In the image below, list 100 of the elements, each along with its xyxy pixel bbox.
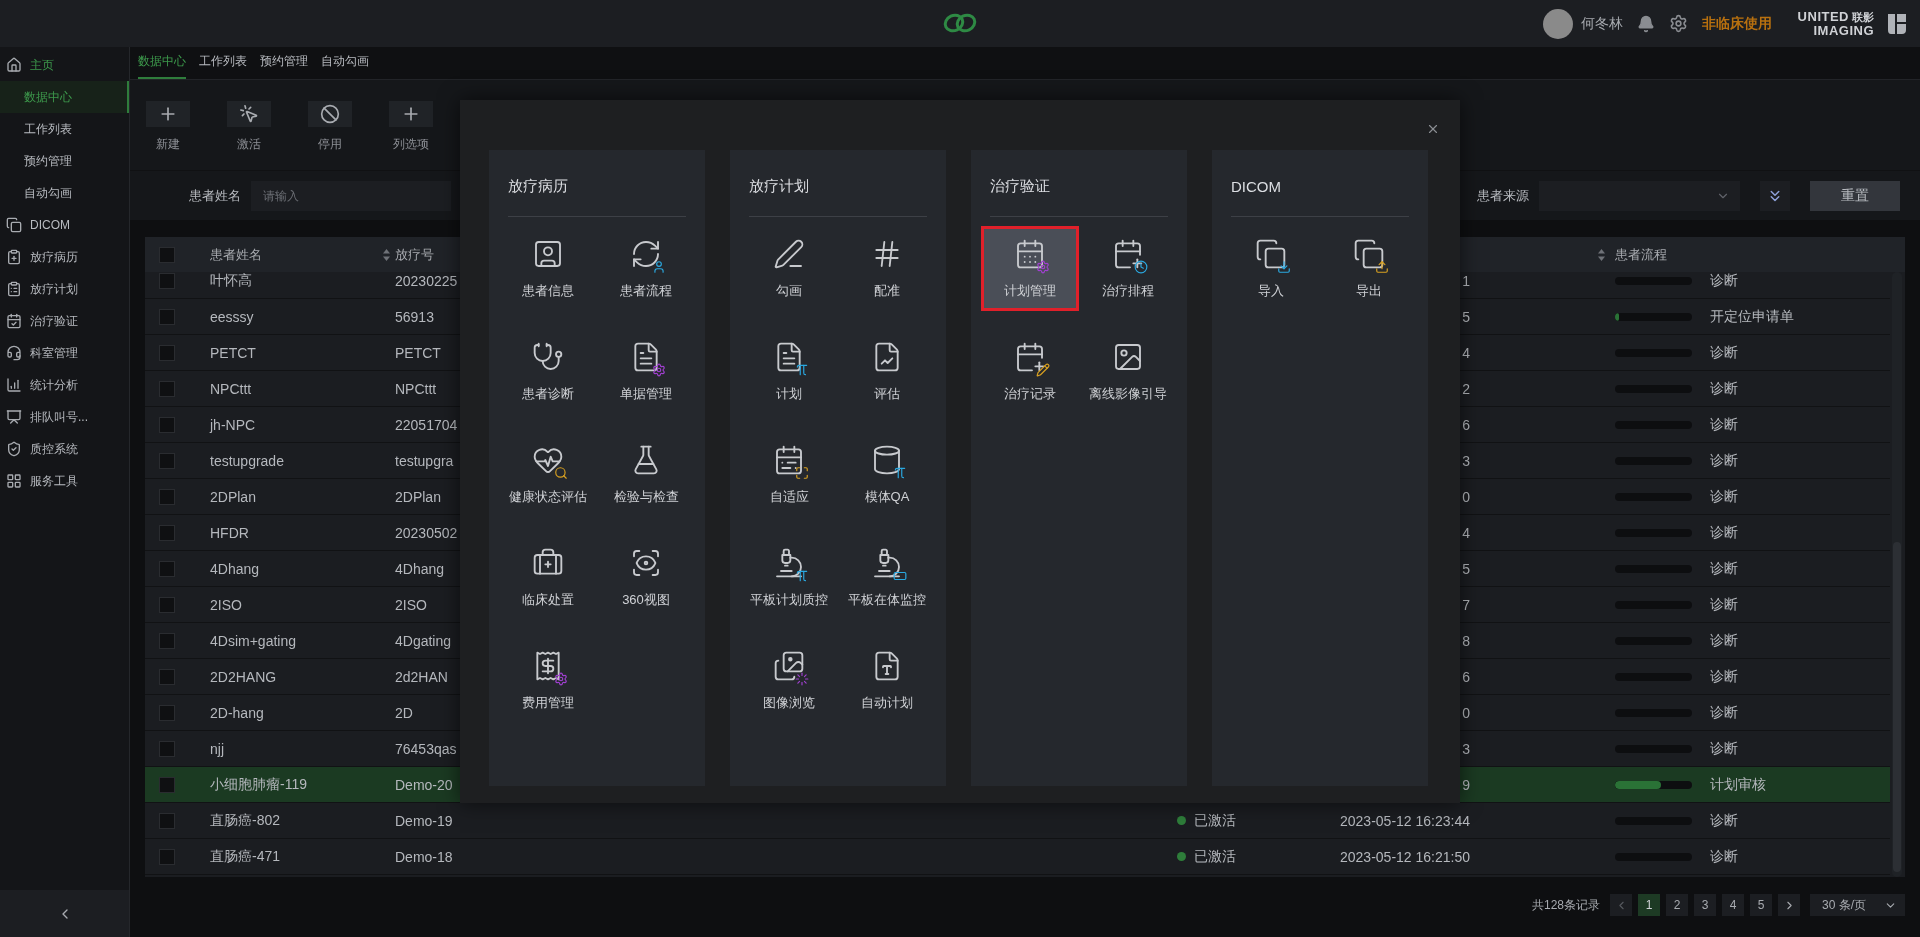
row-checkbox[interactable] bbox=[159, 668, 175, 685]
module-item[interactable]: 配准 bbox=[838, 226, 936, 311]
module-item[interactable]: 勾画 bbox=[740, 226, 838, 311]
module-item[interactable]: 患者信息 bbox=[499, 226, 597, 311]
module-item[interactable]: 360视图 bbox=[597, 535, 695, 620]
row-checkbox[interactable] bbox=[159, 308, 175, 325]
sidebar-subitem[interactable]: 自动勾画 bbox=[0, 177, 129, 209]
sort-icon[interactable] bbox=[1597, 247, 1606, 262]
table-cell: jh-NPC bbox=[210, 416, 256, 433]
module-item[interactable]: 离线影像引导 bbox=[1079, 329, 1177, 414]
user-name[interactable]: 何冬林 bbox=[1580, 14, 1623, 33]
module-item[interactable]: 模体QA bbox=[838, 432, 936, 517]
table-cell: 4 bbox=[1462, 524, 1470, 541]
row-checkbox[interactable] bbox=[159, 272, 175, 289]
sidebar-item[interactable]: 放疗计划 bbox=[0, 273, 129, 305]
module-item[interactable]: 平板计划质控 bbox=[740, 535, 838, 620]
row-checkbox[interactable] bbox=[159, 848, 175, 865]
row-checkbox[interactable] bbox=[159, 416, 175, 433]
tab[interactable]: 预约管理 bbox=[260, 47, 308, 79]
reset-button[interactable]: 重置 bbox=[1810, 180, 1900, 211]
module-item[interactable]: 平板在体监控 bbox=[838, 535, 936, 620]
settings-icon[interactable] bbox=[1668, 14, 1688, 33]
page-button[interactable]: 3 bbox=[1694, 894, 1716, 916]
module-item[interactable]: 计划 bbox=[740, 329, 838, 414]
column-header[interactable]: 放疗号 bbox=[395, 245, 434, 264]
module-item[interactable]: 费用管理 bbox=[499, 638, 597, 723]
page-button[interactable]: 2 bbox=[1666, 894, 1688, 916]
prev-page-button[interactable] bbox=[1610, 894, 1632, 916]
table-cell: PETCT bbox=[210, 344, 256, 361]
module-item[interactable]: 自适应 bbox=[740, 432, 838, 517]
next-page-button[interactable] bbox=[1778, 894, 1800, 916]
sidebar-item[interactable]: 服务工具 bbox=[0, 465, 129, 497]
status-dot bbox=[1177, 852, 1186, 861]
sidebar-subitem[interactable]: 工作列表 bbox=[0, 113, 129, 145]
module-item[interactable]: 健康状态评估 bbox=[499, 432, 597, 517]
row-checkbox[interactable] bbox=[159, 812, 175, 829]
tab[interactable]: 工作列表 bbox=[199, 47, 247, 79]
sort-icon[interactable] bbox=[382, 247, 391, 262]
page-button[interactable]: 5 bbox=[1750, 894, 1772, 916]
module-item[interactable]: 自动计划 bbox=[838, 638, 936, 723]
images-loader-icon bbox=[772, 649, 806, 684]
module-item[interactable]: 患者流程 bbox=[597, 226, 695, 311]
module-item[interactable]: 导入 bbox=[1222, 226, 1320, 311]
table-cell: 5 bbox=[1462, 308, 1470, 325]
toolbar-button[interactable]: 激活 bbox=[227, 101, 271, 170]
table-cell: 2d2HAN bbox=[395, 668, 448, 685]
page-button[interactable]: 1 bbox=[1638, 894, 1660, 916]
toolbar-button[interactable]: 列选项 bbox=[389, 101, 433, 170]
name-input-field[interactable]: 请输入 bbox=[251, 180, 451, 211]
collapse-button[interactable] bbox=[0, 890, 129, 937]
row-checkbox[interactable] bbox=[159, 380, 175, 397]
row-checkbox[interactable] bbox=[159, 632, 175, 649]
module-item[interactable]: 评估 bbox=[838, 329, 936, 414]
close-button[interactable] bbox=[1426, 122, 1440, 136]
page-button[interactable]: 4 bbox=[1722, 894, 1744, 916]
row-checkbox[interactable] bbox=[159, 704, 175, 721]
sidebar-item[interactable]: 放疗病历 bbox=[0, 241, 129, 273]
expand-button[interactable] bbox=[1760, 180, 1790, 211]
row-checkbox[interactable] bbox=[159, 740, 175, 757]
row-checkbox[interactable] bbox=[159, 524, 175, 541]
row-checkbox[interactable] bbox=[159, 452, 175, 469]
bell-icon[interactable] bbox=[1636, 14, 1655, 33]
toolbar-button[interactable]: 停用 bbox=[308, 101, 352, 170]
row-checkbox[interactable] bbox=[159, 560, 175, 577]
sidebar-item[interactable]: 排队叫号... bbox=[0, 401, 129, 433]
row-checkbox[interactable] bbox=[159, 488, 175, 505]
module-item[interactable]: 导出 bbox=[1320, 226, 1418, 311]
module-item[interactable]: 患者诊断 bbox=[499, 329, 597, 414]
module-item[interactable]: 计划管理 bbox=[981, 226, 1079, 311]
table-cell: 4 bbox=[1462, 344, 1470, 361]
sidebar-item[interactable]: 质控系统 bbox=[0, 433, 129, 465]
sidebar-item[interactable]: DICOM bbox=[0, 209, 129, 241]
module-item[interactable]: 图像浏览 bbox=[740, 638, 838, 723]
process-text: 诊断 bbox=[1710, 739, 1738, 758]
sidebar-item[interactable]: 科室管理 bbox=[0, 337, 129, 369]
process-text: 诊断 bbox=[1710, 343, 1738, 362]
sidebar-subitem[interactable]: 预约管理 bbox=[0, 145, 129, 177]
avatar[interactable] bbox=[1542, 8, 1573, 39]
column-header[interactable]: 患者姓名 bbox=[210, 245, 262, 264]
table-cell: 2ISO bbox=[395, 596, 427, 613]
header-checkbox[interactable] bbox=[159, 246, 175, 263]
row-checkbox[interactable] bbox=[159, 776, 175, 793]
process-text: 诊断 bbox=[1710, 272, 1738, 290]
sidebar-item[interactable]: 治疗验证 bbox=[0, 305, 129, 337]
module-item[interactable]: 临床处置 bbox=[499, 535, 597, 620]
sidebar-item[interactable]: 主页 bbox=[0, 49, 129, 81]
table-cell: 0 bbox=[1462, 704, 1470, 721]
page-size-select[interactable]: 30 条/页 bbox=[1810, 894, 1905, 916]
row-checkbox[interactable] bbox=[159, 596, 175, 613]
sidebar-subitem[interactable]: 数据中心 bbox=[0, 81, 129, 113]
row-checkbox[interactable] bbox=[159, 344, 175, 361]
tab[interactable]: 自动勾画 bbox=[321, 47, 369, 79]
module-item[interactable]: 单据管理 bbox=[597, 329, 695, 414]
toolbar-button[interactable]: 新建 bbox=[146, 101, 190, 170]
module-item[interactable]: 检验与检查 bbox=[597, 432, 695, 517]
module-item[interactable]: 治疗排程 bbox=[1079, 226, 1177, 311]
sidebar-item[interactable]: 统计分析 bbox=[0, 369, 129, 401]
source-select[interactable] bbox=[1539, 180, 1740, 211]
module-item[interactable]: 治疗记录 bbox=[981, 329, 1079, 414]
column-header[interactable]: 患者流程 bbox=[1615, 245, 1667, 264]
